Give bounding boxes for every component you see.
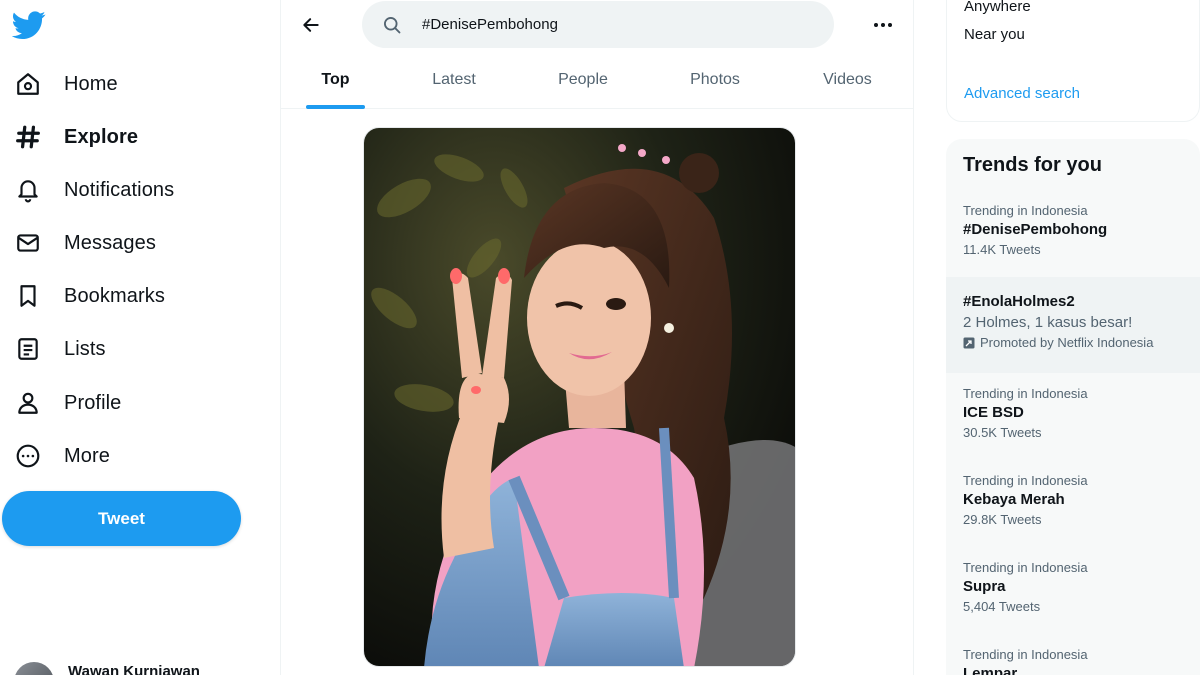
search-input[interactable] bbox=[422, 16, 802, 33]
trends-title: Trends for you bbox=[963, 154, 1102, 176]
person-icon bbox=[14, 389, 42, 417]
nav-item-label: Bookmarks bbox=[64, 284, 165, 307]
trend-item[interactable]: Trending in Indonesia ICE BSD 30.5K Twee… bbox=[946, 386, 1200, 440]
trend-name: Kebaya Merah bbox=[963, 491, 1065, 508]
location-option-anywhere[interactable]: Anywhere bbox=[964, 0, 1031, 15]
nav-item-label: Notifications bbox=[64, 178, 175, 201]
twitter-bird-icon[interactable] bbox=[11, 8, 46, 42]
trend-count: 30.5K Tweets bbox=[963, 425, 1042, 440]
nav-item-label: Explore bbox=[64, 125, 139, 148]
bookmark-icon bbox=[14, 282, 42, 310]
active-tab-indicator bbox=[306, 105, 365, 109]
tab-people[interactable]: People bbox=[518, 52, 648, 108]
trends-panel: Trends for you Trending in Indonesia #De… bbox=[946, 139, 1200, 675]
bell-icon bbox=[14, 176, 42, 204]
trend-item[interactable]: Trending in Indonesia #DenisePembohong 1… bbox=[946, 203, 1200, 257]
search-bar[interactable] bbox=[362, 1, 834, 48]
trend-name: ICE BSD bbox=[963, 404, 1024, 421]
more-circle-icon bbox=[14, 442, 42, 470]
trend-count: 11.4K Tweets bbox=[963, 242, 1041, 257]
trend-name: #EnolaHolmes2 bbox=[963, 293, 1075, 310]
nav-item-label: More bbox=[64, 444, 110, 467]
tweet-button[interactable]: Tweet bbox=[2, 491, 241, 546]
tab-latest[interactable]: Latest bbox=[390, 52, 518, 108]
trend-description: 2 Holmes, 1 kasus besar! bbox=[963, 314, 1133, 331]
search-tabs: Top Latest People Photos Videos bbox=[281, 52, 913, 109]
promoted-label: Promoted by Netflix Indonesia bbox=[963, 335, 1200, 350]
envelope-icon bbox=[14, 229, 42, 257]
nav-item-lists[interactable]: Lists bbox=[14, 327, 106, 371]
trend-count: 29.8K Tweets bbox=[963, 512, 1042, 527]
trend-meta: Trending in Indonesia bbox=[963, 473, 1088, 488]
account-switcher[interactable]: Wawan Kurniawan bbox=[14, 660, 200, 675]
hashtag-icon bbox=[14, 123, 42, 151]
promoted-icon bbox=[963, 337, 975, 349]
promoted-trend-item[interactable]: #EnolaHolmes2 2 Holmes, 1 kasus besar! P… bbox=[946, 277, 1200, 373]
nav-item-notifications[interactable]: Notifications bbox=[14, 168, 174, 212]
trend-item[interactable]: Trending in Indonesia Lempar bbox=[946, 647, 1200, 675]
tweet-photo[interactable] bbox=[363, 127, 796, 667]
trend-meta: Trending in Indonesia bbox=[963, 560, 1088, 575]
nav-item-profile[interactable]: Profile bbox=[14, 381, 121, 425]
tab-videos[interactable]: Videos bbox=[782, 52, 913, 108]
nav-item-label: Lists bbox=[64, 337, 106, 360]
location-option-near-you[interactable]: Near you bbox=[964, 26, 1025, 43]
tab-top[interactable]: Top bbox=[281, 52, 390, 108]
trend-name: Lempar bbox=[963, 665, 1018, 675]
more-options-icon[interactable] bbox=[869, 12, 897, 38]
trend-name: #DenisePembohong bbox=[963, 221, 1108, 238]
search-icon bbox=[382, 15, 402, 35]
advanced-search-link[interactable]: Advanced search bbox=[964, 85, 1080, 102]
avatar bbox=[14, 662, 54, 675]
tab-photos[interactable]: Photos bbox=[648, 52, 782, 108]
account-name: Wawan Kurniawan bbox=[68, 663, 200, 675]
home-icon bbox=[14, 70, 42, 98]
list-icon bbox=[14, 335, 42, 363]
nav-item-more[interactable]: More bbox=[14, 434, 110, 478]
nav-item-home[interactable]: Home bbox=[14, 62, 118, 106]
back-arrow-icon[interactable] bbox=[298, 12, 324, 38]
trend-meta: Trending in Indonesia bbox=[963, 386, 1088, 401]
trend-item[interactable]: Trending in Indonesia Supra 5,404 Tweets bbox=[946, 560, 1200, 614]
main-column: Top Latest People Photos Videos bbox=[280, 0, 914, 675]
nav-item-label: Home bbox=[64, 72, 118, 95]
trend-meta: Trending in Indonesia bbox=[963, 647, 1088, 662]
nav-item-bookmarks[interactable]: Bookmarks bbox=[14, 274, 165, 318]
nav-item-label: Profile bbox=[64, 391, 122, 414]
trend-name: Supra bbox=[963, 578, 1006, 595]
nav-item-explore[interactable]: Explore bbox=[14, 115, 138, 159]
right-sidebar: Anywhere Near you Advanced search Trends… bbox=[946, 0, 1200, 675]
nav-item-label: Messages bbox=[64, 231, 156, 254]
nav-item-messages[interactable]: Messages bbox=[14, 221, 156, 265]
trend-meta: Trending in Indonesia bbox=[963, 203, 1088, 218]
trend-count: 5,404 Tweets bbox=[963, 599, 1041, 614]
search-filters-card: Anywhere Near you Advanced search bbox=[946, 0, 1200, 122]
promoted-by-text: Promoted by Netflix Indonesia bbox=[980, 335, 1154, 350]
trend-item[interactable]: Trending in Indonesia Kebaya Merah 29.8K… bbox=[946, 473, 1200, 527]
left-sidebar: Home Explore Notifications Messages Book… bbox=[0, 0, 280, 675]
